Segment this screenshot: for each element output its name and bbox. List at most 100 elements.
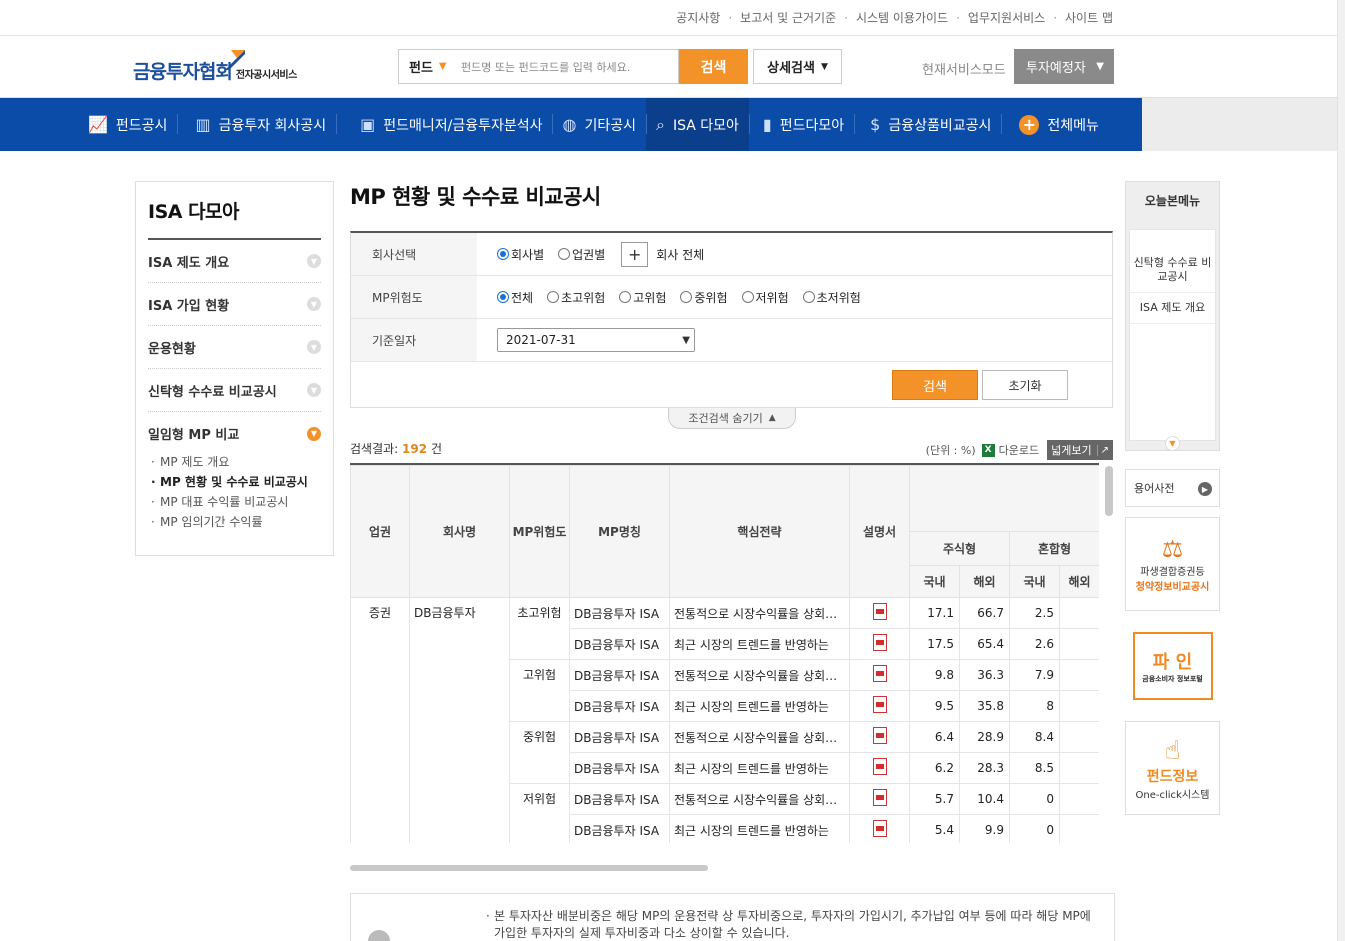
page-title: MP 현황 및 수수료 비교공시 bbox=[350, 185, 601, 209]
building-icon: ▥ bbox=[195, 115, 211, 134]
service-mode-select[interactable]: 투자예정자 ▼ bbox=[1014, 49, 1114, 84]
cell-value: 6.4 bbox=[909, 721, 960, 753]
chevron-right-icon: ▶ bbox=[1198, 482, 1212, 496]
fine-banner[interactable]: 파 인 금융소비자 정보포털 bbox=[1125, 621, 1220, 711]
search-input[interactable]: 펀드명 또는 펀드코드를 입력 하세요. bbox=[451, 59, 678, 75]
radio-risk-very-low[interactable]: 초저위험 bbox=[802, 289, 861, 306]
cell-mp-name[interactable]: DB금융투자 ISA bbox=[569, 752, 670, 784]
page-scrollbar[interactable] bbox=[1337, 0, 1345, 941]
radio-risk-very-high[interactable]: 초고위험 bbox=[547, 289, 605, 306]
radio-risk-mid[interactable]: 중위험 bbox=[680, 289, 728, 306]
radio-risk-all[interactable]: 전체 bbox=[497, 289, 533, 306]
add-company-button[interactable]: + bbox=[621, 241, 649, 267]
nav-label: 펀드매니저/금융투자분석사 bbox=[383, 117, 543, 134]
radio-by-sector[interactable]: 업권별 bbox=[558, 246, 605, 263]
sidebar-item-trust-fee[interactable]: 신탁형 수수료 비교공시 ▼ bbox=[148, 369, 321, 412]
sidebar-subitem-active[interactable]: MP 현황 및 수수료 비교공시 bbox=[151, 475, 321, 489]
sidebar-item-mp-compare[interactable]: 일임형 MP 비교 ▼ bbox=[148, 412, 321, 455]
nav-isa[interactable]: ⌕ ISA 다모아 bbox=[645, 98, 749, 151]
nav-fund[interactable]: 📈 펀드공시 bbox=[76, 98, 177, 151]
result-prefix: 검색결과: bbox=[350, 442, 399, 456]
cell-strategy: 전통적으로 시장수익률을 상회하는 bbox=[669, 783, 850, 815]
filter-reset-button[interactable]: 초기화 bbox=[982, 370, 1068, 400]
sidebar-item-operation[interactable]: 운용현황 ▼ bbox=[148, 326, 321, 369]
cell-strategy: 최근 시장의 트렌드를 반영하는 bbox=[669, 690, 850, 722]
download-link[interactable]: 다운로드 bbox=[999, 442, 1039, 458]
nav-company[interactable]: ▥ 금융투자 회사공시 bbox=[177, 98, 336, 151]
cell-mp-name[interactable]: DB금융투자 ISA bbox=[569, 721, 670, 753]
detail-search-button[interactable]: 상세검색 ▼ bbox=[753, 49, 842, 84]
search-button[interactable]: 검색 bbox=[679, 49, 748, 84]
util-link-guide[interactable]: 시스템 이용가이드 bbox=[836, 9, 948, 26]
chevron-down-icon: ▼ bbox=[682, 334, 690, 346]
nav-etc[interactable]: ◍ 기타공시 bbox=[552, 98, 646, 151]
pdf-icon[interactable] bbox=[872, 727, 887, 744]
search-box: 펀드 ▼ 펀드명 또는 펀드코드를 입력 하세요. bbox=[398, 49, 679, 84]
recent-menu-panel: 오늘본메뉴 ▲ 신탁형 수수료 비교공시 ISA 제도 개요 ▼ bbox=[1125, 181, 1220, 451]
filter-search-button[interactable]: 검색 bbox=[892, 370, 978, 400]
fund-info-banner[interactable]: ☝ 펀드정보 One-click시스템 bbox=[1125, 721, 1220, 815]
sidebar-subitem[interactable]: MP 임의기간 수익률 bbox=[151, 515, 321, 529]
date-select[interactable]: 2021-07-31 ▼ bbox=[497, 328, 695, 352]
sidebar-subitem[interactable]: MP 대표 수익률 비교공시 bbox=[151, 495, 321, 509]
excel-icon: X bbox=[981, 443, 995, 457]
logo[interactable]: 금융투자협회 전자공시서비스 bbox=[133, 48, 297, 84]
pdf-icon[interactable] bbox=[872, 603, 887, 620]
bars-icon: ▮ bbox=[762, 115, 772, 134]
pdf-icon[interactable] bbox=[872, 634, 887, 651]
recent-menu-item[interactable]: ISA 제도 개요 bbox=[1130, 293, 1215, 324]
cell-mp-name[interactable]: DB금융투자 ISA bbox=[569, 628, 670, 660]
cell-strategy: 전통적으로 시장수익률을 상회하는 bbox=[669, 659, 850, 691]
util-link-sitemap[interactable]: 사이트 맵 bbox=[1045, 9, 1113, 26]
pdf-icon[interactable] bbox=[872, 696, 887, 713]
cell-risk: 저위험 bbox=[509, 783, 570, 843]
cell-mp-name[interactable]: DB금융투자 ISA bbox=[569, 597, 670, 629]
cell-sector: 증권 bbox=[350, 597, 410, 843]
recent-menu-item[interactable]: 신탁형 수수료 비교공시 bbox=[1130, 242, 1215, 293]
sidebar-item-label: 신탁형 수수료 비교공시 bbox=[148, 384, 277, 400]
cell-value: 0 bbox=[1009, 783, 1060, 815]
pdf-icon[interactable] bbox=[872, 820, 887, 837]
wide-view-button[interactable]: 넓게보기 ↗ bbox=[1047, 440, 1113, 460]
nav-all-menu[interactable]: + 전체메뉴 bbox=[1001, 98, 1109, 151]
cell-mp-name[interactable]: DB금융투자 ISA bbox=[569, 814, 670, 843]
nav-fund-damoa[interactable]: ▮ 펀드다모아 bbox=[748, 98, 854, 151]
glossary-link[interactable]: 용어사전 ▶ bbox=[1125, 469, 1220, 507]
nav-compare[interactable]: $ 금융상품비교공시 bbox=[854, 98, 1001, 151]
chevron-down-icon[interactable]: ▼ bbox=[1165, 436, 1180, 451]
hide-filter-toggle[interactable]: 조건검색 숨기기 ▲ bbox=[668, 408, 796, 429]
sidebar-subitem[interactable]: MP 제도 개요 bbox=[151, 455, 321, 469]
main-nav: 📈 펀드공시 ▥ 금융투자 회사공시 ▣ 펀드매니저/금융투자분석사 ◍ 기타공… bbox=[0, 97, 1345, 151]
util-link-support[interactable]: 업무지원서비스 bbox=[948, 9, 1045, 26]
pdf-icon[interactable] bbox=[872, 789, 887, 806]
search-type-select[interactable]: 펀드 ▼ bbox=[399, 57, 451, 76]
cell-value: 10.4 bbox=[959, 783, 1010, 815]
table-horizontal-scrollbar[interactable] bbox=[350, 865, 708, 871]
radio-risk-low[interactable]: 저위험 bbox=[741, 289, 789, 306]
derivative-banner[interactable]: ⚖ 파생결합증권등 청약정보비교공시 bbox=[1125, 517, 1220, 611]
util-link-reports[interactable]: 보고서 및 근거기준 bbox=[720, 9, 836, 26]
radio-risk-high[interactable]: 고위험 bbox=[619, 289, 666, 306]
radio-by-company[interactable]: 회사별 bbox=[497, 246, 544, 263]
util-link-notice[interactable]: 공지사항 bbox=[676, 9, 720, 26]
cell-mp-name[interactable]: DB금융투자 ISA bbox=[569, 659, 670, 691]
table-vertical-scrollbar[interactable] bbox=[1105, 466, 1113, 516]
search-type-label: 펀드 bbox=[409, 61, 433, 76]
detail-search-label: 상세검색 bbox=[767, 61, 815, 76]
cell-mp-name[interactable]: DB금융투자 ISA bbox=[569, 690, 670, 722]
pdf-icon[interactable] bbox=[872, 758, 887, 775]
pdf-icon[interactable] bbox=[872, 665, 887, 682]
nav-manager[interactable]: ▣ 펀드매니저/금융투자분석사 bbox=[336, 98, 552, 151]
sidebar-item-isa-overview[interactable]: ISA 제도 개요 ▼ bbox=[148, 240, 321, 283]
cell-mp-name[interactable]: DB금융투자 ISA bbox=[569, 783, 670, 815]
chevron-down-icon: ▼ bbox=[307, 297, 321, 311]
mp-table: 업권 회사명 MP위험도 MP명칭 핵심전략 설명서 주식형 혼합형 국내 해외… bbox=[350, 463, 1099, 843]
nav-label: ISA 다모아 bbox=[672, 117, 739, 134]
nav-label: 금융상품비교공시 bbox=[888, 117, 992, 134]
cell-value: 5.7 bbox=[909, 783, 960, 815]
sidebar-item-isa-status[interactable]: ISA 가입 현황 ▼ bbox=[148, 283, 321, 326]
th-prospectus: 설명서 bbox=[849, 465, 910, 598]
nav-label: 금융투자 회사공시 bbox=[218, 117, 327, 134]
sidebar-item-label: ISA 가입 현황 bbox=[148, 298, 230, 314]
th-company: 회사명 bbox=[409, 465, 510, 598]
